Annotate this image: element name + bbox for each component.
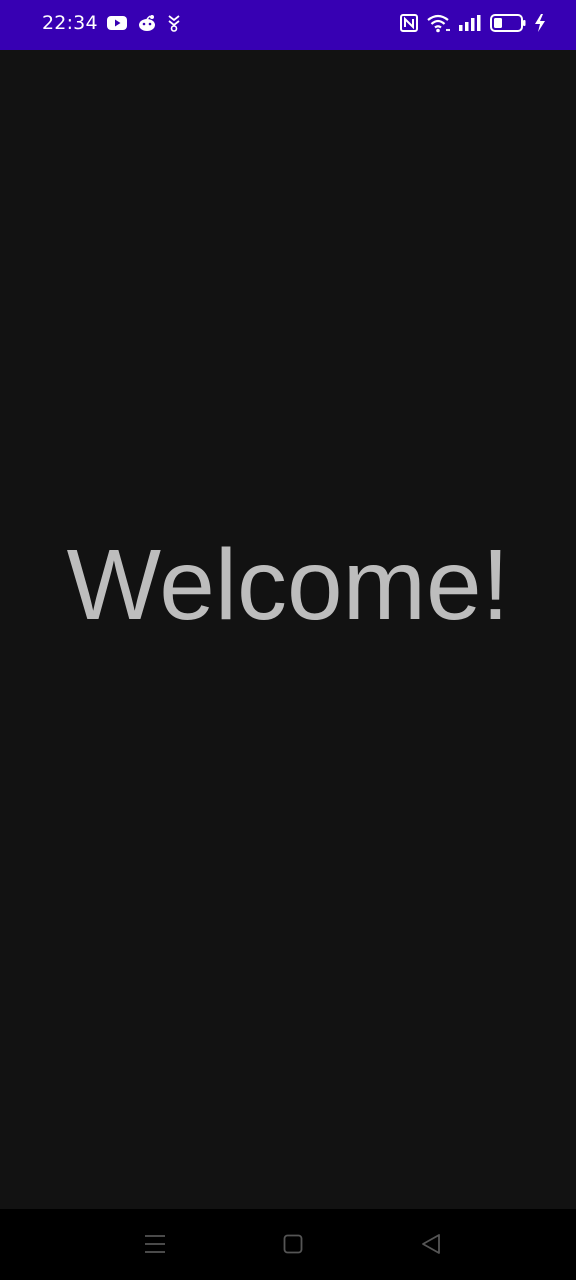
- notification-app-icon: [168, 15, 180, 32]
- status-notification-icons: [107, 14, 181, 32]
- navigation-bar: [0, 1209, 576, 1280]
- reddit-icon: [139, 15, 155, 31]
- back-button[interactable]: [416, 1229, 446, 1259]
- menu-icon: [145, 1235, 165, 1253]
- charging-icon: [535, 14, 545, 32]
- wifi-icon: [427, 14, 450, 33]
- battery-icon: [490, 14, 526, 32]
- status-bar: 22:34: [0, 0, 576, 50]
- nfc-icon: [400, 14, 418, 32]
- menu-button[interactable]: [140, 1229, 170, 1259]
- signal-icon: [459, 15, 481, 31]
- status-system-icons: [400, 13, 546, 33]
- welcome-heading: Welcome!: [66, 529, 510, 641]
- back-icon: [422, 1234, 440, 1254]
- home-icon: [283, 1234, 303, 1254]
- status-time: 22:34: [42, 12, 98, 34]
- home-button[interactable]: [278, 1229, 308, 1259]
- youtube-icon: [107, 16, 127, 30]
